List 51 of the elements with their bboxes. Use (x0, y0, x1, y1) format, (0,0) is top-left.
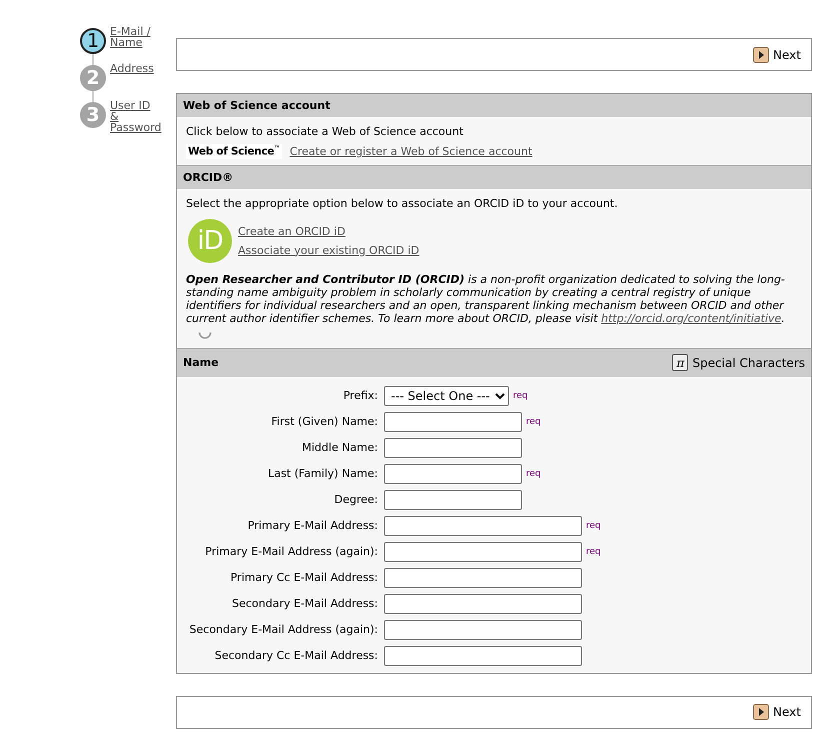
prefix-dropdown[interactable]: --- Select One --- (384, 386, 509, 406)
play-icon (753, 704, 770, 720)
step-link[interactable]: Address (110, 63, 162, 100)
field-label: Primary Cc E-Mail Address: (229, 571, 378, 584)
section-header: Web of Science account (177, 94, 811, 117)
required-mark: req (586, 546, 601, 556)
step-number: 3 (80, 102, 106, 128)
next-button[interactable]: Next (753, 46, 801, 62)
special-characters-button[interactable]: π Special Characters (672, 354, 805, 371)
input-field[interactable] (384, 516, 582, 536)
section-title: Name (183, 356, 219, 369)
input-field[interactable] (384, 568, 582, 588)
step-number: 1 (80, 28, 106, 54)
required-mark: req (513, 390, 528, 400)
input-field[interactable] (384, 438, 522, 458)
step-link[interactable]: User ID & Password (110, 100, 162, 137)
intro-text: Select the appropriate option below to associate an ORCID iD to your account. (186, 196, 619, 210)
field-label: Last (Family) Name: (266, 467, 378, 480)
required-mark: req (526, 468, 541, 478)
input-field[interactable] (384, 542, 582, 562)
register-link[interactable]: Create or register a Web of Science account (290, 144, 532, 158)
logo: Web of Science$^{™}$ (186, 144, 282, 158)
loading-spinner-icon (198, 330, 212, 338)
field-label: Secondary E-Mail Address: (230, 597, 378, 610)
field-label: Secondary Cc E-Mail Address: (214, 649, 378, 662)
section-header: ORCID® (177, 164, 811, 188)
intro-text: Click below to associate a Web of Science account (186, 125, 464, 138)
step-number: 2 (80, 65, 106, 91)
orcid-link[interactable]: Associate your existing ORCID iD (238, 244, 420, 256)
input-field[interactable] (384, 620, 582, 640)
field-label: Middle Name: (301, 441, 378, 454)
play-icon (753, 46, 770, 62)
next-button[interactable]: Next (753, 704, 801, 720)
field-label: Primary E-Mail Address (again): (204, 545, 378, 558)
input-field[interactable] (384, 646, 582, 666)
field-label: Primary E-Mail Address: (246, 519, 378, 532)
orcid-url-link[interactable]: http://orcid.org/content/initiative (601, 312, 782, 324)
required-mark: req (586, 520, 601, 530)
orcid-link[interactable]: Create an ORCID iD (238, 224, 420, 238)
input-field[interactable] (384, 594, 582, 614)
step-link[interactable]: E-Mail / Name (110, 26, 162, 63)
required-mark: req (526, 416, 541, 426)
input-field[interactable] (384, 464, 522, 484)
input-field[interactable] (384, 412, 522, 432)
field-label: Secondary E-Mail Address (again): (188, 623, 378, 636)
field-label: Prefix: (342, 389, 378, 402)
description-text: Open Researcher and Contributor ID (ORCID) is a non-profit organization dedicated to solving the long-standing name ambiguity problem in scholarly communication by creating a central registry of unique identifiers for individual researchers and an open, transparent linking mechanism between ORCID and other current author identifier schemes. To learn more about ORCID, please visit http://orcid.org/content/initiative. (186, 272, 786, 324)
field-label: Degree: (333, 493, 378, 506)
logo: iD (188, 218, 232, 262)
input-field[interactable] (384, 490, 522, 510)
field-label: First (Given) Name: (270, 415, 378, 428)
